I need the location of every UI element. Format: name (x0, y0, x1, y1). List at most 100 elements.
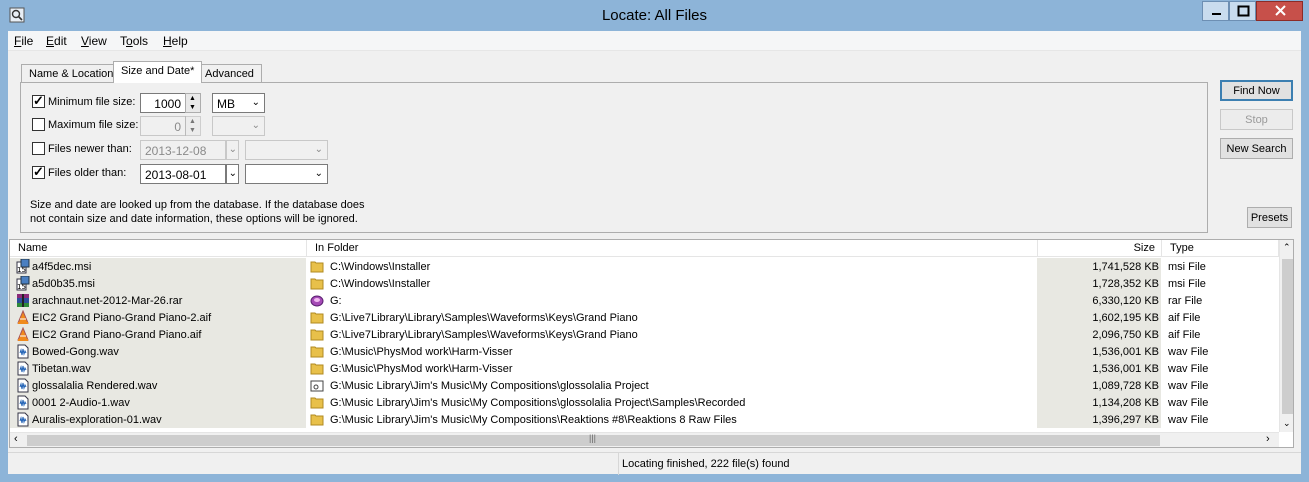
cell-folder: G: (330, 295, 342, 307)
newer-mode-select[interactable]: ⌄ (245, 140, 328, 160)
vlc-icon (16, 326, 30, 342)
maximize-button[interactable] (1229, 1, 1256, 21)
wav-icon (16, 344, 30, 359)
cell-size: 1,134,208 KB (1037, 394, 1161, 411)
close-button[interactable] (1256, 1, 1303, 21)
min-size-spinner[interactable]: ▲ ▼ (185, 93, 201, 113)
minimize-icon (1212, 13, 1221, 15)
newer-checkbox[interactable] (32, 142, 45, 155)
cell-folder: G:\Music Library\Jim's Music\My Composit… (330, 397, 746, 409)
cell-size: 1,741,528 KB (1037, 258, 1161, 275)
older-checkbox[interactable] (32, 164, 45, 180)
svg-text:15: 15 (17, 283, 26, 291)
presets-button[interactable]: Presets (1247, 207, 1292, 228)
cell-folder: G:\Live7Library\Library\Samples\Waveform… (330, 312, 638, 324)
min-size-input[interactable]: 1000 (140, 93, 186, 113)
folder-icon (310, 412, 324, 427)
msi-icon: 15 (16, 275, 30, 291)
column-header-folder[interactable]: In Folder (307, 240, 1038, 257)
scroll-left-icon[interactable]: ‹ (14, 433, 18, 445)
scroll-down-icon[interactable]: ⌄ (1283, 418, 1291, 429)
column-header-size[interactable]: Size (1038, 240, 1162, 257)
cell-type: wav File (1168, 414, 1209, 426)
table-row[interactable]: a5d0b35.msi C:\Windows\Installer 1,728,352… (10, 275, 1279, 292)
cell-name: Bowed-Gong.wav (10, 343, 306, 360)
find-now-button[interactable]: Find Now (1220, 80, 1293, 101)
cell-type: aif File (1168, 312, 1201, 324)
note-line-2: not contain size and date information, t… (30, 213, 358, 225)
cell-name: 0001 2-Audio-1.wav (10, 394, 306, 411)
vlc-icon (16, 309, 30, 325)
cell-folder: G:\Music Library\Jim's Music\My Composit… (330, 380, 649, 392)
horizontal-scroll-thumb[interactable]: ||| (27, 433, 1160, 446)
new-search-button[interactable]: New Search (1220, 138, 1293, 159)
scroll-up-icon[interactable]: ⌃ (1283, 242, 1291, 253)
cell-type: wav File (1168, 380, 1209, 392)
note-line-1: Size and date are looked up from the dat… (30, 199, 365, 211)
chevron-down-icon: ⌄ (251, 120, 260, 131)
newer-date-input[interactable]: 2013-12-08 (140, 140, 226, 160)
vertical-scroll-thumb[interactable] (1282, 259, 1293, 414)
project-folder-icon (310, 378, 324, 393)
older-date-input[interactable]: 2013-08-01 (140, 164, 226, 184)
stop-button[interactable]: Stop (1220, 109, 1293, 130)
cell-size: 1,602,195 KB (1037, 309, 1161, 326)
results-list[interactable]: Name In Folder Size Type a4f5dec.msi C:\W… (9, 239, 1294, 448)
folder-icon (310, 259, 324, 274)
vertical-scrollbar[interactable]: ⌃ ⌄ (1279, 240, 1293, 432)
max-size-spinner[interactable]: ▲ ▼ (185, 116, 201, 136)
title-bar[interactable]: Locate: All Files (0, 0, 1309, 31)
rar-icon (16, 293, 30, 308)
horizontal-scrollbar[interactable]: ‹ ||| › (10, 432, 1279, 447)
table-row[interactable]: EIC2 Grand Piano-Grand Piano-2.aif G:\Liv… (10, 309, 1279, 326)
tab-size-date[interactable]: Size and Date* (113, 61, 203, 83)
table-row[interactable]: 0001 2-Audio-1.wav G:\Music Library\Jim's… (10, 394, 1279, 411)
drive-icon (310, 293, 324, 308)
cell-folder: C:\Windows\Installer (330, 278, 431, 290)
min-size-checkbox[interactable] (32, 93, 45, 109)
table-row[interactable]: Auralis-exploration-01.wav G:\Music Libra… (10, 411, 1279, 428)
menu-view[interactable]: View (81, 34, 107, 48)
table-row[interactable]: Bowed-Gong.wav G:\Music\PhysMod work\Harm… (10, 343, 1279, 360)
cell-folder: G:\Live7Library\Library\Samples\Waveform… (330, 329, 638, 341)
menu-edit[interactable]: Edit (46, 34, 67, 48)
cell-size: 2,096,750 KB (1037, 326, 1161, 343)
cell-name: EIC2 Grand Piano-Grand Piano-2.aif (10, 309, 306, 326)
column-header-name[interactable]: Name (10, 240, 307, 257)
locate-window: Locate: All Files File Edit View Tools H… (0, 0, 1309, 482)
min-size-unit-select[interactable]: MB ⌄ (212, 93, 265, 113)
column-header-type[interactable]: Type (1162, 240, 1279, 257)
menu-bar: File Edit View Tools Help (8, 31, 1301, 51)
status-bar: Locating finished, 222 file(s) found (8, 452, 1301, 475)
newer-date-picker[interactable]: ⌄ (226, 140, 239, 160)
older-label: Files older than: (48, 167, 127, 179)
folder-icon (310, 310, 324, 325)
cell-name: Tibetan.wav (10, 360, 306, 377)
menu-tools[interactable]: Tools (120, 34, 148, 48)
max-size-checkbox[interactable] (32, 118, 45, 131)
table-row[interactable]: arachnaut.net-2012-Mar-26.rar G: 6,330,120… (10, 292, 1279, 309)
cell-type: msi File (1168, 278, 1206, 290)
max-size-input[interactable]: 0 (140, 116, 186, 136)
scroll-right-icon[interactable]: › (1266, 433, 1270, 445)
tab-advanced[interactable]: Advanced (197, 64, 262, 83)
maximize-icon (1237, 5, 1250, 17)
chevron-down-icon: ⌄ (314, 144, 323, 155)
cell-size: 1,536,001 KB (1037, 360, 1161, 377)
older-date-picker[interactable]: ⌄ (226, 164, 239, 184)
table-row[interactable]: glossalalia Rendered.wav G:\Music Library… (10, 377, 1279, 394)
older-mode-select[interactable]: ⌄ (245, 164, 328, 184)
folder-icon (310, 344, 324, 359)
table-row[interactable]: EIC2 Grand Piano-Grand Piano.aif G:\Live7… (10, 326, 1279, 343)
menu-file[interactable]: File (14, 34, 33, 48)
tab-name-location[interactable]: Name & Location (21, 64, 122, 83)
cell-folder: C:\Windows\Installer (330, 261, 431, 273)
cell-name: arachnaut.net-2012-Mar-26.rar (10, 292, 306, 309)
menu-help[interactable]: Help (163, 34, 188, 48)
table-row[interactable]: a4f5dec.msi C:\Windows\Installer 1,741,528… (10, 258, 1279, 275)
minimize-button[interactable] (1202, 1, 1229, 21)
wav-icon (16, 395, 30, 410)
grip-icon: ||| (589, 433, 597, 443)
table-row[interactable]: Tibetan.wav G:\Music\PhysMod work\Harm-Vi… (10, 360, 1279, 377)
max-size-unit-select[interactable]: ⌄ (212, 116, 265, 136)
